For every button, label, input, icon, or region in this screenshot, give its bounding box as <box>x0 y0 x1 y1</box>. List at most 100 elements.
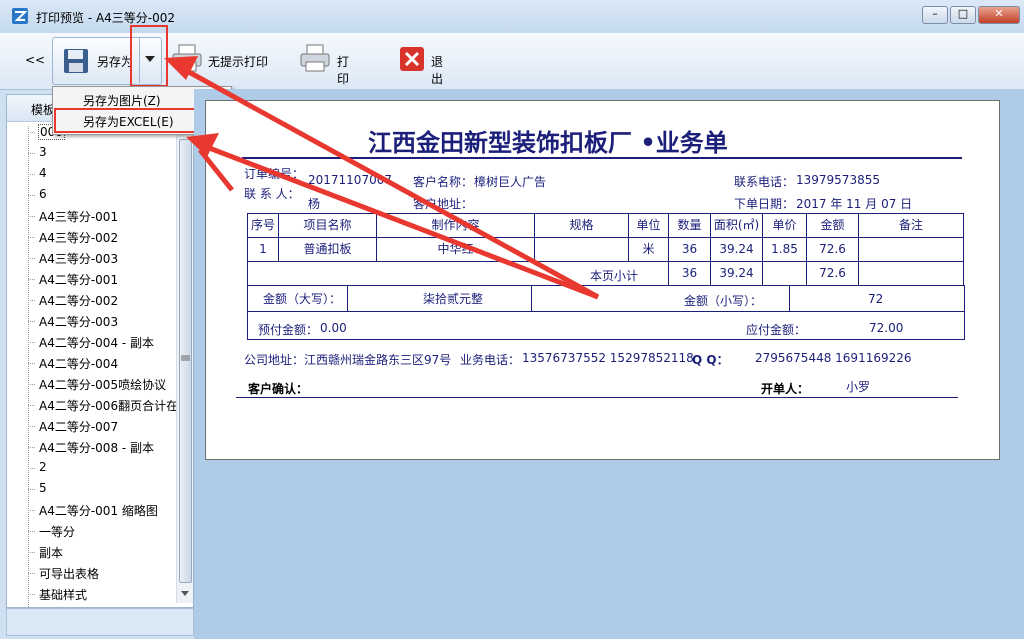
grip-icon <box>181 355 190 361</box>
scrollbar-thumb[interactable] <box>179 139 192 583</box>
tree-guide-tick <box>28 300 36 301</box>
tree-item[interactable]: 副本 <box>39 544 63 561</box>
exit-button[interactable]: 退出 <box>399 46 443 86</box>
customer: 樟树巨人广告 <box>474 175 547 189</box>
tree-item[interactable]: A4三等分-002 <box>39 229 118 246</box>
print-label: 打印 <box>337 55 350 86</box>
tree-item[interactable]: A4三等分-001 <box>39 208 118 225</box>
table-cell: 普通扣板 <box>279 238 377 262</box>
app-logo-icon <box>14 11 28 21</box>
tree-guide-tick <box>28 573 36 574</box>
tree-item[interactable]: 基础样式 <box>39 586 87 603</box>
order-no-label: 订单编号： <box>244 167 305 181</box>
tree-guide-line <box>28 126 29 609</box>
print-direct-label: 无提示打印 <box>208 55 269 69</box>
tree-item[interactable]: A4二等分-007 <box>39 418 118 435</box>
menu-item-save-image[interactable]: 另存为图片(Z) <box>83 92 161 109</box>
order-table: 序号 项目名称 制作内容 规格 单位 数量 面积(㎡) 单价 金额 备注 1 普通扣板 中华红 米 36 39… <box>247 213 964 286</box>
tree-guide-tick <box>28 594 36 595</box>
tree-item[interactable]: A4三等分-003 <box>39 250 118 267</box>
date-label: 下单日期： <box>734 197 795 211</box>
qq-label: Q Q： <box>692 353 729 367</box>
payable: 72.00 <box>869 321 904 335</box>
tree-item[interactable]: A4二等分-001 缩略图 <box>39 502 158 519</box>
tree-item[interactable]: A4二等分-006翻页合计在 <box>39 397 178 414</box>
tree-guide-tick <box>28 363 36 364</box>
amount-upper-label: 金额（大写）： <box>263 292 342 306</box>
issuer-label: 开单人： <box>761 382 810 396</box>
print-page: 江西金田新型装饰扣板厂 •业务单 订单编号： 20171107007 客户名称：… <box>205 100 1000 460</box>
subtotal-label: 本页小计 <box>590 269 639 283</box>
subtotal-amount: 72.6 <box>807 262 859 286</box>
tree-item[interactable]: A4二等分-008 - 副本 <box>39 439 154 456</box>
document-title: 江西金田新型装饰扣板厂 •业务单 <box>368 128 728 157</box>
table-cell: 中华红 <box>377 238 535 262</box>
divider <box>789 285 790 311</box>
biz-phone-label: 业务电话： <box>460 353 521 367</box>
highlight-box-dropdown <box>130 25 168 87</box>
table-header-cell: 数量 <box>669 214 711 238</box>
table-cell: 39.24 <box>711 238 763 262</box>
tree-guide-tick <box>28 405 36 406</box>
contact: 杨 <box>308 197 321 211</box>
printer-icon <box>172 44 202 72</box>
table-cell <box>763 262 807 286</box>
payable-label: 应付金额： <box>746 323 807 337</box>
tree-item[interactable]: A4二等分-002 <box>39 292 118 309</box>
table-cell: 1 <box>248 238 279 262</box>
order-date: 2017 年 11 月 07 日 <box>796 197 913 211</box>
table-cell <box>535 238 629 262</box>
divider <box>347 285 348 311</box>
tree-item[interactable]: 2 <box>39 460 47 474</box>
menu-item-save-excel[interactable]: 另存为EXCEL(E) <box>83 113 174 130</box>
save-as-label: 另存为 <box>97 55 134 69</box>
tree-item[interactable]: 一等分 <box>39 523 75 540</box>
payment-row: 预付金额： 0.00 应付金额： 72.00 <box>247 311 965 340</box>
table-header-cell: 序号 <box>248 214 279 238</box>
table-header-cell: 制作内容 <box>377 214 535 238</box>
status-bar <box>6 608 194 636</box>
tree-guide-tick <box>28 468 36 469</box>
table-cell: 1.85 <box>763 238 807 262</box>
customer-label: 客户名称： <box>413 175 474 189</box>
tree-guide-tick <box>28 279 36 280</box>
subtotal-area: 39.24 <box>711 262 763 286</box>
tree-item[interactable]: A4二等分-004 - 副本 <box>39 334 154 351</box>
table-header-cell: 面积(㎡) <box>711 214 763 238</box>
tree-guide-tick <box>28 132 36 133</box>
tree-guide-tick <box>28 174 36 175</box>
contact-label: 联 系 人： <box>244 187 300 201</box>
tree-item[interactable]: A4二等分-003 <box>39 313 118 330</box>
floppy-disk-icon <box>64 49 88 73</box>
print-direct-button[interactable]: 无提示打印 <box>172 44 268 75</box>
table-header-cell: 单价 <box>763 214 807 238</box>
close-button[interactable]: ✕ <box>978 6 1020 24</box>
print-button[interactable]: 打印 <box>300 44 349 86</box>
subtotal-quantity: 36 <box>669 262 711 286</box>
address-label: 客户地址： <box>413 197 474 211</box>
tree-item[interactable]: 6 <box>39 187 47 201</box>
table-cell <box>859 262 964 286</box>
scroll-down-icon[interactable] <box>181 591 189 596</box>
tree-item[interactable]: A4二等分-001 <box>39 271 118 288</box>
vertical-scrollbar[interactable] <box>176 121 193 603</box>
collapse-button[interactable]: << <box>25 53 45 67</box>
table-header-cell: 项目名称 <box>279 214 377 238</box>
tree-item[interactable]: 3 <box>39 145 47 159</box>
amount-lower-label: 金额（小写）： <box>684 294 763 308</box>
tree-guide-tick <box>28 489 36 490</box>
table-cell: 72.6 <box>807 238 859 262</box>
tree-guide-tick <box>28 153 36 154</box>
table-cell: 米 <box>629 238 669 262</box>
biz-phone: 13576737552 15297852118 <box>522 351 694 365</box>
tree-item[interactable]: A4二等分-005喷绘协议 <box>39 376 166 393</box>
signature-line <box>236 397 958 398</box>
tree-item[interactable]: A4二等分-004 <box>39 355 118 372</box>
tree-item[interactable]: 5 <box>39 481 47 495</box>
amount-upper: 柒拾贰元整 <box>423 292 484 306</box>
close-icon <box>400 47 424 71</box>
tree-item[interactable]: 可导出表格 <box>39 565 99 582</box>
tree-item[interactable]: 4 <box>39 166 47 180</box>
minimize-button[interactable]: – <box>922 6 948 24</box>
maximize-button[interactable]: □ <box>950 6 976 24</box>
